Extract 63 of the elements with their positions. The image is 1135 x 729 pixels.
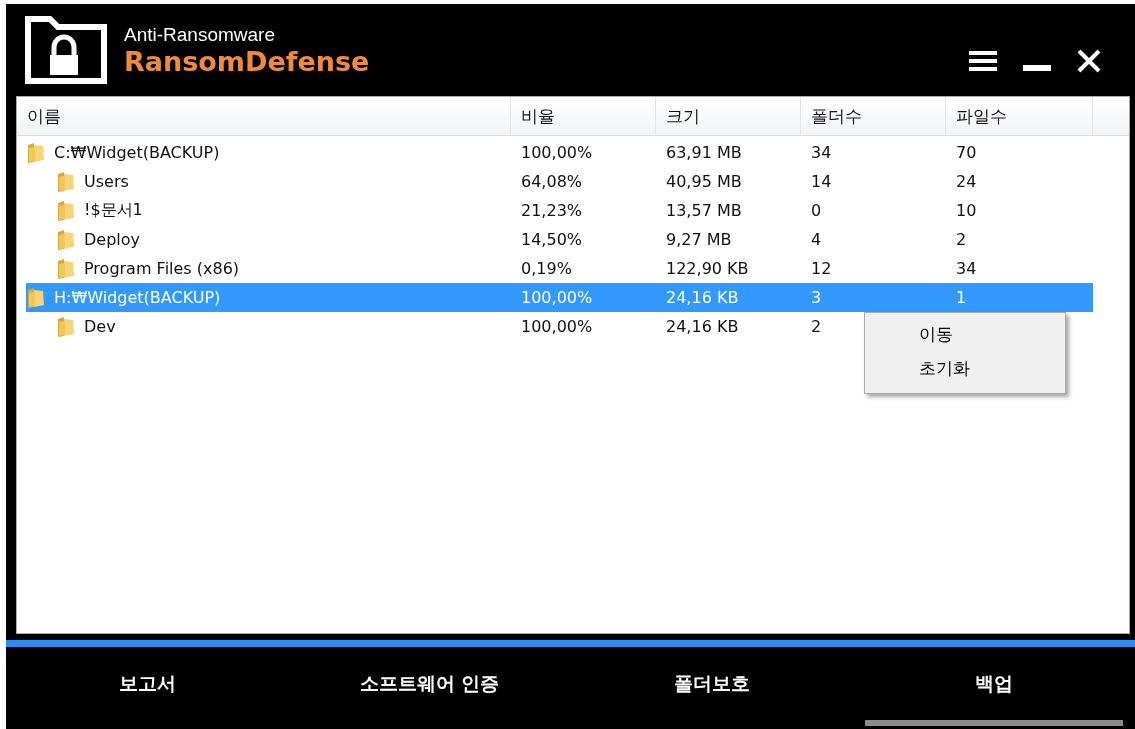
folder-name: Users [84, 172, 129, 191]
tree-row-highlight[interactable]: C:₩Widget(BACKUP) [26, 138, 511, 167]
column-header[interactable]: 크기 [656, 97, 801, 135]
tree-row-highlight[interactable]: Program Files (x86) [56, 254, 511, 283]
app-title: RansomDefense [124, 45, 371, 77]
table-cell-text: 70 [955, 143, 977, 162]
folder-icon [56, 199, 76, 222]
table-cell-text: 12 [810, 259, 832, 278]
table-cell-text: 13,57 MB [665, 201, 742, 220]
table-cell-text: 0,19% [520, 259, 572, 278]
table-cell-text: 100,00% [520, 317, 593, 336]
folder-icon [26, 286, 46, 309]
table-cell-text: 24,16 KB [665, 317, 739, 336]
table-cell-text: 34 [810, 143, 832, 162]
table-cell-text: 9,27 MB [665, 230, 732, 249]
table-cell-text: 2 [955, 230, 967, 249]
table-cell-text: 1 [955, 288, 967, 307]
table-cell-text: 24,16 KB [665, 288, 739, 307]
table-cell-text: 34 [955, 259, 977, 278]
column-header[interactable]: 비율 [511, 97, 656, 135]
folder-name: C:₩Widget(BACKUP) [54, 143, 220, 162]
table-cell-text: 14 [810, 172, 832, 191]
folder-icon [56, 170, 76, 193]
nav-tab[interactable]: 폴더보호 [673, 671, 750, 697]
folder-name: H:₩Widget(BACKUP) [54, 288, 221, 307]
table-cell-text: 21,23% [520, 201, 582, 220]
column-header[interactable]: 파일수 [946, 97, 1093, 135]
folder-name: Program Files (x86) [84, 259, 240, 278]
menu-item[interactable]: 초기화 [865, 351, 1065, 385]
close-icon[interactable] [1077, 49, 1101, 73]
table-cell-text: 10 [955, 201, 977, 220]
folder-name: !$문서1 [84, 200, 143, 221]
folder-icon [26, 141, 46, 164]
tree-row-highlight[interactable]: Users [56, 167, 511, 196]
nav-tab[interactable]: 보고서 [118, 671, 176, 697]
table-cell-text: 4 [810, 230, 822, 249]
nav-tab[interactable]: 백업 [974, 671, 1013, 697]
menu-item[interactable]: 이동 [865, 317, 1065, 351]
column-header[interactable]: 이름 [17, 97, 511, 135]
tree-row-highlight[interactable]: Dev [56, 312, 511, 341]
column-header[interactable]: 폴더수 [801, 97, 946, 135]
folder-icon [56, 315, 76, 338]
folder-name: Dev [84, 317, 116, 336]
folder-icon [56, 228, 76, 251]
table-cell-text: 63,91 MB [665, 143, 742, 162]
table-cell-text: 64,08% [520, 172, 582, 191]
table-cell-text: 24 [955, 172, 977, 191]
menu-icon[interactable] [969, 51, 997, 71]
table-cell-text: 100,00% [520, 143, 593, 162]
table-cell-text: 14,50% [520, 230, 582, 249]
table-cell-text: 2 [810, 317, 822, 336]
table-cell-text: 3 [810, 288, 822, 307]
table-cell-text: 122,90 KB [665, 259, 749, 278]
app-subtitle: Anti-Ransomware [124, 23, 276, 46]
table-cell-text: 100,00% [520, 288, 593, 307]
nav-tab[interactable]: 소프트웨어 인증 [359, 671, 500, 697]
tree-row-highlight[interactable]: !$문서1 [56, 196, 511, 225]
folder-icon [56, 257, 76, 280]
table-cell-text: 40,95 MB [665, 172, 742, 191]
folder-name: Deploy [84, 230, 141, 249]
folder-lock-icon [24, 15, 108, 85]
table-cell-text: 0 [810, 201, 822, 220]
tree-row-highlight[interactable]: Deploy [56, 225, 511, 254]
